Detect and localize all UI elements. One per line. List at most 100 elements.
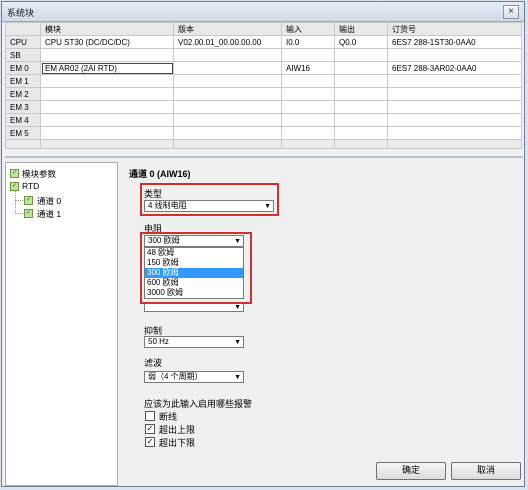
- filter-select[interactable]: 弱（4 个周期） ▼: [144, 371, 244, 383]
- cell-output[interactable]: [334, 100, 388, 114]
- chevron-down-icon: ▼: [234, 339, 241, 346]
- highlight-type: [140, 183, 279, 216]
- cell-order[interactable]: [387, 126, 522, 140]
- cell-input[interactable]: AIW16: [281, 61, 335, 75]
- cell-input[interactable]: I0.0: [281, 35, 335, 49]
- cell-order[interactable]: [387, 100, 522, 114]
- col-header-input[interactable]: 输入: [281, 22, 335, 36]
- rtd-icon: ✓: [10, 182, 19, 191]
- cell-input[interactable]: [281, 100, 335, 114]
- cell-order[interactable]: [387, 113, 522, 127]
- cell-input[interactable]: [281, 87, 335, 101]
- cell-version[interactable]: [173, 113, 282, 127]
- cell-output[interactable]: [334, 48, 388, 62]
- chevron-down-icon: ▼: [234, 374, 241, 381]
- under-limit-label: 超出下限: [159, 438, 196, 448]
- alarm-label: 应该为此输入启用哪些报警: [144, 399, 253, 409]
- cell-order[interactable]: [387, 87, 522, 101]
- cell-output[interactable]: [334, 87, 388, 101]
- suppress-select[interactable]: 50 Hz ▼: [144, 336, 244, 348]
- cell-input[interactable]: [281, 48, 335, 62]
- table-row[interactable]: EM 2: [5, 87, 522, 101]
- row-slot: SB: [5, 48, 41, 62]
- page-title: 通道 0 (AIW16): [129, 169, 191, 179]
- system-block-window: 系统块 × 模块 版本 输入 输出 订货号 CPU CPU ST30 (DC/D…: [1, 1, 525, 487]
- tree-item-channel-1[interactable]: 通道 1: [37, 208, 61, 220]
- channel-1-icon: ✓: [24, 209, 33, 218]
- cell-module[interactable]: [40, 87, 174, 101]
- cell-order[interactable]: 6ES7 288-3AR02-0AA0: [387, 61, 522, 75]
- over-limit-checkbox[interactable]: ✓: [145, 424, 155, 434]
- row-slot: CPU: [5, 35, 41, 49]
- title-bar: 系统块 ×: [2, 2, 524, 22]
- row-slot: EM 3: [5, 100, 41, 114]
- col-header-order[interactable]: 订货号: [387, 22, 522, 36]
- cell-order[interactable]: [387, 48, 522, 62]
- tree-item-module-params[interactable]: 模块参数: [22, 168, 56, 180]
- over-limit-label: 超出上限: [159, 425, 196, 435]
- cell-version[interactable]: [173, 87, 282, 101]
- row-slot: EM 0: [5, 61, 41, 75]
- table-row[interactable]: EM 3: [5, 100, 522, 114]
- under-limit-checkbox[interactable]: ✓: [145, 437, 155, 447]
- row-slot: EM 2: [5, 87, 41, 101]
- cell-output[interactable]: [334, 61, 388, 75]
- table-row[interactable]: EM 0 EM AR02 (2AI RTD) AIW16 6ES7 288-3A…: [5, 61, 522, 75]
- cell-module[interactable]: EM AR02 (2AI RTD): [40, 61, 174, 75]
- close-icon[interactable]: ×: [503, 5, 519, 19]
- channel-0-icon: ✓: [24, 196, 33, 205]
- window-title: 系统块: [7, 8, 35, 18]
- cell-version[interactable]: [173, 126, 282, 140]
- cell-version[interactable]: [173, 61, 282, 75]
- open-wire-label: 断线: [159, 412, 178, 422]
- cell-version[interactable]: V02.00.01_00.00.00.00: [173, 35, 282, 49]
- suppress-value: 50 Hz: [148, 337, 169, 346]
- tree-item-rtd[interactable]: RTD: [22, 181, 39, 191]
- cell-module[interactable]: [40, 126, 174, 140]
- cell-version[interactable]: [173, 48, 282, 62]
- cell-output[interactable]: Q0.0: [334, 35, 388, 49]
- row-slot: EM 4: [5, 113, 41, 127]
- table-row[interactable]: EM 5: [5, 126, 522, 140]
- module-params-icon: ✓: [10, 169, 19, 178]
- cell-module[interactable]: CPU ST30 (DC/DC/DC): [40, 35, 174, 49]
- col-header-version[interactable]: 版本: [173, 22, 282, 36]
- table-row[interactable]: EM 4: [5, 113, 522, 127]
- row-slot: EM 1: [5, 74, 41, 88]
- cell-input[interactable]: [281, 113, 335, 127]
- cell-order[interactable]: 6ES7 288-1ST30-0AA0: [387, 35, 522, 49]
- ok-button[interactable]: 确定: [376, 462, 446, 480]
- parameter-tree: ✓ 模块参数 ✓ RTD ✓ 通道 0 ✓ 通道 1: [5, 162, 118, 486]
- cell-output[interactable]: [334, 113, 388, 127]
- channel-settings-panel: 通道 0 (AIW16) 类型 4 线制电阻 ▼ 电阻 300 欧姆 ▼ 48 …: [121, 162, 523, 486]
- filter-value: 弱（4 个周期）: [148, 372, 203, 381]
- module-table: 模块 版本 输入 输出 订货号 CPU CPU ST30 (DC/DC/DC) …: [5, 22, 522, 149]
- open-wire-checkbox[interactable]: [145, 411, 155, 421]
- table-row[interactable]: SB: [5, 48, 522, 62]
- cell-version[interactable]: [173, 74, 282, 88]
- tree-item-channel-0[interactable]: 通道 0: [37, 195, 61, 207]
- tree-connector: [15, 191, 16, 214]
- cell-module[interactable]: [40, 48, 174, 62]
- cell-order[interactable]: [387, 74, 522, 88]
- cell-version[interactable]: [173, 100, 282, 114]
- cell-input[interactable]: [281, 126, 335, 140]
- tree-connector: [15, 200, 23, 201]
- table-row[interactable]: CPU CPU ST30 (DC/DC/DC) V02.00.01_00.00.…: [5, 35, 522, 49]
- table-header: 模块 版本 输入 输出 订货号: [5, 22, 522, 36]
- table-row: [5, 139, 522, 149]
- row-slot: EM 5: [5, 126, 41, 140]
- cell-module[interactable]: [40, 113, 174, 127]
- col-header-module[interactable]: 模块: [40, 22, 174, 36]
- tree-connector: [15, 213, 23, 214]
- filter-label: 滤波: [144, 358, 163, 368]
- cell-output[interactable]: [334, 74, 388, 88]
- cell-input[interactable]: [281, 74, 335, 88]
- cell-module[interactable]: [40, 74, 174, 88]
- cancel-button[interactable]: 取消: [451, 462, 521, 480]
- splitter[interactable]: [5, 156, 523, 158]
- table-row[interactable]: EM 1: [5, 74, 522, 88]
- cell-output[interactable]: [334, 126, 388, 140]
- cell-module[interactable]: [40, 100, 174, 114]
- col-header-output[interactable]: 输出: [334, 22, 388, 36]
